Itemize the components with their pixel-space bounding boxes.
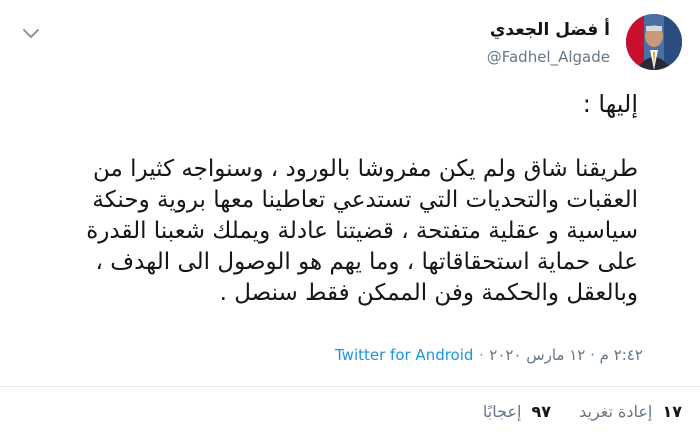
user-handle[interactable]: @Fadhel_Algade xyxy=(487,48,610,66)
likes-count: ٩٧ xyxy=(531,402,552,421)
retweets-label: إعادة تغريد xyxy=(579,402,653,421)
tweet-line: وبالعقل والحكمة وفن الممكن فقط سنصل . xyxy=(219,280,638,306)
tweet-heading: إليها : xyxy=(582,90,638,118)
chevron-down-icon[interactable] xyxy=(20,22,42,44)
tweet-line: سياسية و عقلية متفتحة ، قضيتنا عادلة ويم… xyxy=(86,218,638,244)
tweet-text: طريقنا شاق ولم يكن مفروشا بالورود ، وسنو… xyxy=(14,154,638,309)
tweet-line: طريقنا شاق ولم يكن مفروشا بالورود ، وسنو… xyxy=(92,156,638,182)
tweet-meta: Twitter for Android · ٢:٤٢ م · ١٢ مارس ٢… xyxy=(335,346,643,364)
tweet-source-link[interactable]: Twitter for Android xyxy=(335,346,473,364)
divider xyxy=(0,386,700,387)
tweet-card: أ فضل الجعدي @Fadhel_Algade إليها : طريق… xyxy=(0,0,700,442)
retweets-stat[interactable]: ١٧ إعادة تغريد xyxy=(579,402,682,421)
user-display-name[interactable]: أ فضل الجعدي xyxy=(490,20,610,40)
likes-label: إعجابًا xyxy=(482,402,522,421)
retweets-count: ١٧ xyxy=(662,402,682,421)
tweet-timestamp[interactable]: ٢:٤٢ م · ١٢ مارس ٢٠٢٠ xyxy=(489,346,643,364)
tweet-line: على حماية استحقاقاتها ، وما يهم هو الوصو… xyxy=(95,249,638,275)
tweet-stats: ١٧ إعادة تغريد ٩٧ إعجابًا xyxy=(483,402,682,421)
avatar[interactable] xyxy=(626,14,682,70)
tweet-line: العقبات والتحديات التي تستدعي تعاطينا مع… xyxy=(92,187,638,213)
meta-separator: · xyxy=(479,348,484,362)
likes-stat[interactable]: ٩٧ إعجابًا xyxy=(483,402,551,421)
profile-photo-icon xyxy=(626,14,682,70)
